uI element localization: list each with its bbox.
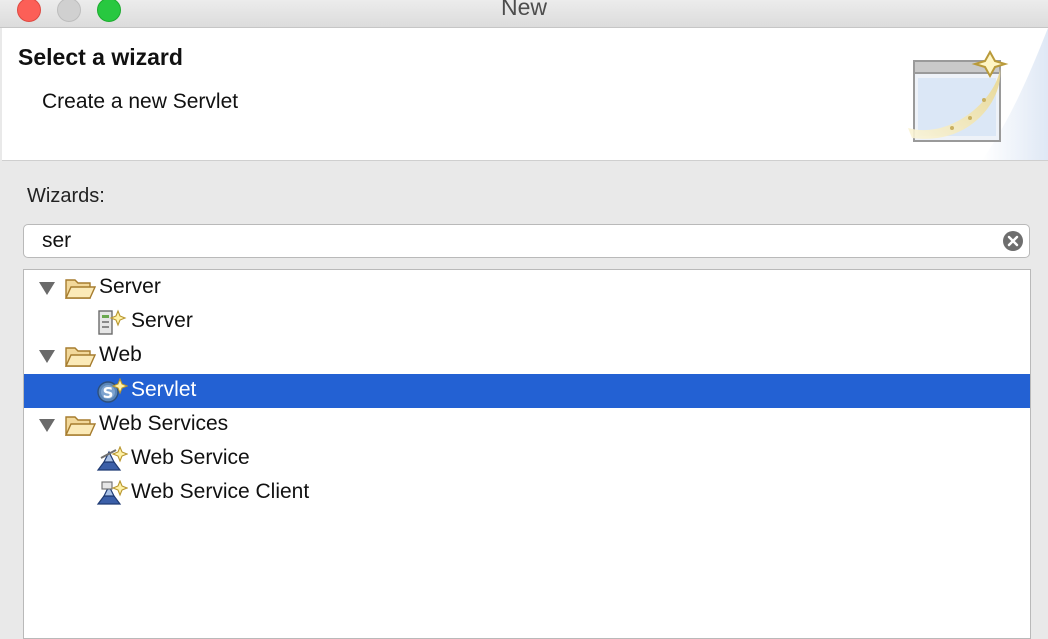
expand-arrow-icon[interactable] (39, 350, 55, 363)
expand-arrow-icon[interactable] (39, 282, 55, 295)
page-title: Select a wizard (18, 44, 183, 70)
wizard-header: Select a wizard Create a new Servlet (2, 28, 1048, 161)
tree-item-web-service-client-wizard[interactable]: Web Service Client (24, 476, 1030, 510)
new-servlet-icon: S (97, 378, 128, 403)
clear-filter-icon[interactable] (1002, 230, 1024, 252)
tree-item-label: Web (99, 343, 142, 366)
tree-item-web-service-wizard[interactable]: Web Service (24, 442, 1030, 476)
folder-open-icon (64, 279, 96, 299)
wizard-filter-field[interactable] (23, 224, 1030, 258)
folder-open-icon (64, 416, 96, 436)
new-web-service-icon (96, 446, 128, 471)
tree-item-server-category[interactable]: Server (24, 271, 1030, 305)
tree-item-servlet-wizard[interactable]: S Servlet (24, 374, 1030, 408)
wizard-tree[interactable]: Server Server Web S Servlet Web Services… (23, 269, 1031, 639)
svg-text:S: S (103, 384, 114, 402)
tree-item-label: Web Services (99, 412, 229, 435)
new-web-service-client-icon (96, 480, 128, 505)
tree-item-label: Web Service (131, 446, 250, 469)
page-description: Create a new Servlet (42, 90, 239, 113)
tree-item-label: Server (131, 309, 193, 332)
tree-item-label: Web Service Client (131, 480, 310, 503)
tree-item-label: Server (99, 275, 161, 298)
tree-item-label: Servlet (131, 378, 197, 401)
tree-item-server-wizard[interactable]: Server (24, 305, 1030, 339)
wizard-banner-icon (908, 28, 1048, 160)
expand-arrow-icon[interactable] (39, 419, 55, 432)
title-bar: New (0, 0, 1048, 28)
window-title: New (500, 0, 547, 20)
tree-item-web-category[interactable]: Web (24, 339, 1030, 373)
new-server-icon (98, 309, 127, 335)
wizards-label: Wizards: (27, 185, 105, 207)
folder-open-icon (64, 347, 96, 367)
tree-item-web-services-category[interactable]: Web Services (24, 408, 1030, 442)
wizard-filter-input[interactable] (42, 228, 992, 254)
